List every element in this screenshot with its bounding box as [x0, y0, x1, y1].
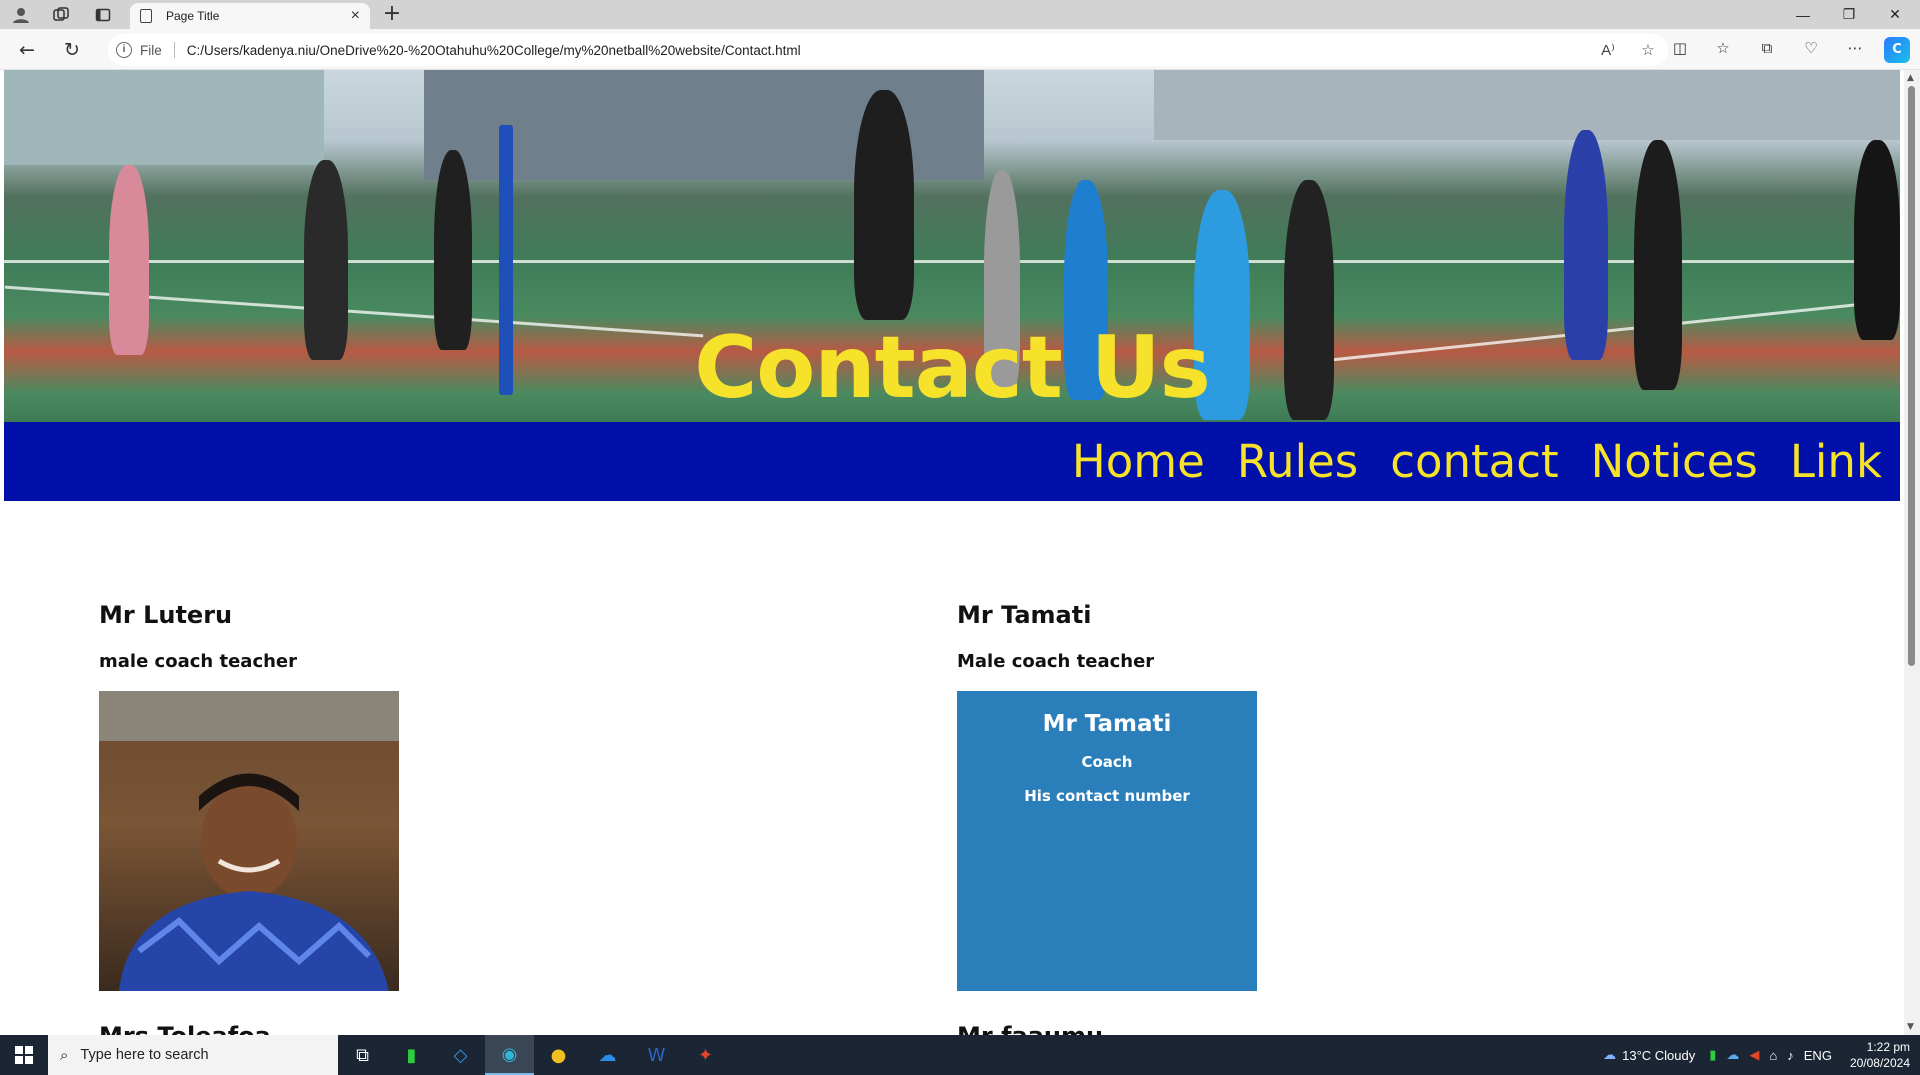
- onedrive-icon[interactable]: ☁: [583, 1035, 632, 1075]
- address-bar[interactable]: i File C:/Users/kadenya.niu/OneDrive%20-…: [108, 34, 1668, 66]
- app-green-icon[interactable]: ▮: [387, 1035, 436, 1075]
- minimize-button[interactable]: —: [1780, 0, 1826, 29]
- clock-date: 20/08/2024: [1849, 1056, 1910, 1070]
- onedrive-tray-icon[interactable]: ☁: [1726, 1047, 1739, 1063]
- divider: [173, 42, 175, 58]
- staff-name: Mr Tamati: [957, 601, 1092, 629]
- info-icon[interactable]: i: [116, 42, 132, 58]
- close-tab-icon[interactable]: ×: [351, 7, 360, 25]
- url-scheme-label: File: [140, 42, 162, 58]
- contact-card: Mr Tamati Coach His contact number: [957, 691, 1257, 991]
- card-title: Mr Tamati: [1042, 711, 1172, 737]
- app-red-icon[interactable]: ✦: [681, 1035, 730, 1075]
- network-icon[interactable]: ⌂: [1769, 1048, 1777, 1063]
- staff-name: Mr Luteru: [99, 601, 233, 629]
- page-viewport: Contact Us Home Rules contact Notices Li…: [0, 70, 1920, 1035]
- browser-essentials-icon[interactable]: ♡: [1799, 39, 1823, 61]
- search-placeholder: Type here to search: [80, 1047, 209, 1063]
- browser-toolbar: ← ↻ i File C:/Users/kadenya.niu/OneDrive…: [0, 29, 1920, 70]
- weather-icon[interactable]: ☁: [1603, 1047, 1616, 1063]
- weather-text[interactable]: 13°C Cloudy: [1622, 1048, 1695, 1063]
- spectator: [1854, 140, 1900, 340]
- nav-link-notices[interactable]: Notices: [1591, 435, 1758, 488]
- language-indicator[interactable]: ENG: [1804, 1048, 1832, 1063]
- nav-link-contact[interactable]: contact: [1390, 435, 1558, 488]
- staff-name: Mrs Toleafoa: [99, 1022, 271, 1035]
- start-button[interactable]: [0, 1035, 48, 1075]
- workspaces-icon[interactable]: [50, 4, 72, 26]
- edge-icon[interactable]: ◉: [485, 1035, 534, 1075]
- collections-icon[interactable]: ⧉: [1755, 39, 1779, 61]
- tab-title: Page Title: [166, 9, 220, 23]
- page-title: Contact Us: [694, 318, 1211, 418]
- nav-link-rules[interactable]: Rules: [1237, 435, 1358, 488]
- favorites-icon[interactable]: ☆: [1711, 39, 1735, 61]
- player-shooting: [854, 90, 914, 320]
- word-icon[interactable]: W: [632, 1035, 681, 1075]
- windows-taskbar: ⌕ Type here to search ⧉ ▮ ◇ ◉ ● ☁ W ✦ ☁ …: [0, 1035, 1920, 1075]
- clock-time: 1:22 pm: [1866, 1040, 1910, 1054]
- split-screen-icon[interactable]: ◫: [1668, 39, 1692, 61]
- nav-link-home[interactable]: Home: [1072, 435, 1205, 488]
- profile-icon[interactable]: [10, 4, 32, 26]
- court-line: [4, 260, 1900, 263]
- scroll-down-icon[interactable]: ▼: [1907, 1022, 1914, 1032]
- page-icon: [140, 9, 152, 23]
- fence-background: [1154, 70, 1900, 140]
- staff-name: Mr faaumu: [957, 1022, 1103, 1035]
- scrollbar-thumb[interactable]: [1908, 86, 1915, 666]
- nav-link-link[interactable]: Link: [1790, 435, 1882, 488]
- hero-banner-image: Contact Us: [4, 70, 1900, 422]
- card-contact-number: His contact number: [1024, 787, 1190, 805]
- clock[interactable]: 1:22 pm 20/08/2024: [1836, 1039, 1920, 1071]
- system-tray: ☁ 13°C Cloudy ▮ ☁ ◀ ⌂ ♪ ENG 1:22 pm 20/0…: [1603, 1035, 1920, 1075]
- vscode-icon[interactable]: ◇: [436, 1035, 485, 1075]
- restore-button[interactable]: ❐: [1826, 0, 1872, 29]
- chrome-icon[interactable]: ●: [534, 1035, 583, 1075]
- active-tab[interactable]: Page Title ×: [130, 3, 370, 29]
- back-icon[interactable]: ←: [14, 38, 40, 62]
- task-view-icon[interactable]: ⧉: [338, 1035, 387, 1075]
- new-tab-button[interactable]: +: [380, 3, 404, 27]
- close-window-button[interactable]: ✕: [1872, 0, 1918, 29]
- card-role: Coach: [1081, 753, 1133, 771]
- refresh-icon[interactable]: ↻: [59, 38, 85, 62]
- tray-app-icon[interactable]: ▮: [1709, 1047, 1716, 1063]
- staff-photo: [99, 691, 399, 991]
- scroll-up-icon[interactable]: ▲: [1907, 73, 1914, 83]
- tray-red-icon[interactable]: ◀: [1749, 1047, 1759, 1063]
- vertical-scrollbar[interactable]: ▲ ▼: [1904, 70, 1920, 1035]
- taskbar-search-input[interactable]: ⌕ Type here to search: [48, 1035, 338, 1075]
- main-navigation: Home Rules contact Notices Link: [4, 422, 1900, 501]
- volume-icon[interactable]: ♪: [1787, 1048, 1794, 1063]
- read-aloud-icon[interactable]: A⁾: [1588, 41, 1628, 59]
- building-left: [4, 70, 324, 165]
- search-icon: ⌕: [60, 1046, 69, 1064]
- url-text[interactable]: C:/Users/kadenya.niu/OneDrive%20-%20Otah…: [187, 43, 801, 58]
- favorite-star-icon[interactable]: ☆: [1628, 41, 1668, 59]
- staff-role: male coach teacher: [99, 651, 298, 672]
- tab-actions-icon[interactable]: [92, 4, 114, 26]
- staff-role: Male coach teacher: [957, 651, 1155, 672]
- copilot-icon[interactable]: C: [1884, 37, 1910, 63]
- browser-title-bar: Page Title × + — ❐ ✕: [0, 0, 1920, 29]
- more-menu-icon[interactable]: ⋯: [1843, 39, 1867, 61]
